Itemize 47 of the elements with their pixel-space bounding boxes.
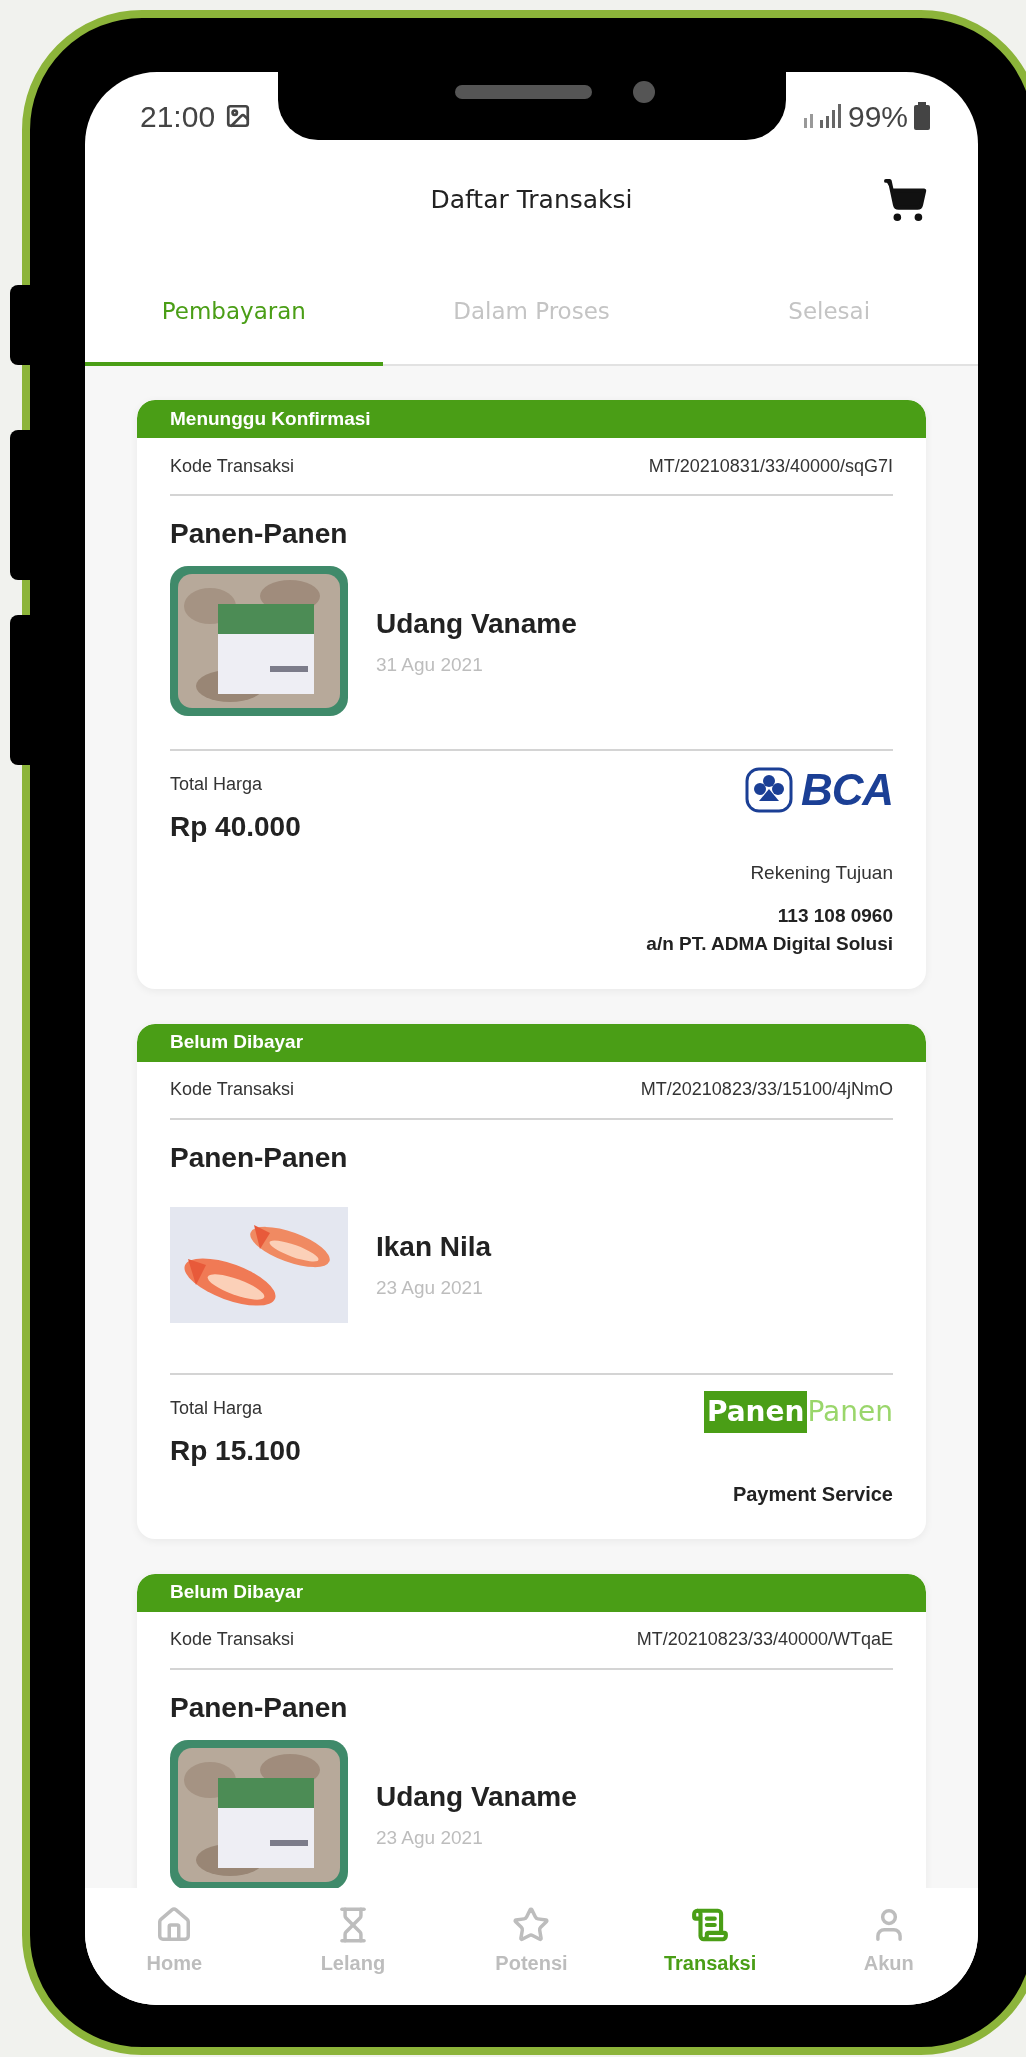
product-name: Ikan Nila bbox=[376, 1230, 492, 1265]
logo-light-text: Panen bbox=[807, 1393, 893, 1430]
transaction-card[interactable]: Belum Dibayar Kode Transaksi MT/20210823/33/15100/4jNmO Panen-Panen Ikan Nila 23 Agu 2021 Total Harga Rp 15.100 Panen Panen Payment Service bbox=[137, 1023, 926, 1539]
star-icon bbox=[512, 1905, 551, 1944]
total-label: Total Harga bbox=[170, 1396, 264, 1420]
status-text: Menunggu Konfirmasi bbox=[170, 406, 371, 431]
battery-percent: 99% bbox=[847, 98, 908, 135]
bank-emblem-icon bbox=[744, 767, 793, 813]
account-caption: Rekening Tujuan bbox=[750, 861, 893, 885]
product-name: Udang Vaname bbox=[376, 606, 577, 641]
status-time: 21:00 bbox=[140, 98, 216, 135]
transaction-code: MT/20210831/33/40000/sqG7I bbox=[648, 454, 893, 478]
total-label: Total Harga bbox=[170, 773, 264, 796]
nav-item[interactable]: Lelang bbox=[263, 1888, 443, 1995]
code-label: Kode Transaksi bbox=[170, 454, 295, 478]
nav-item[interactable]: Akun bbox=[799, 1888, 978, 1995]
product-date: 23 Agu 2021 bbox=[376, 1826, 484, 1851]
store-name: Panen-Panen bbox=[170, 1690, 349, 1725]
status-text: Belum Dibayar bbox=[170, 1030, 304, 1055]
product-date: 31 Agu 2021 bbox=[376, 652, 484, 677]
store-name: Panen-Panen bbox=[170, 1140, 349, 1175]
transaction-card[interactable]: Menunggu Konfirmasi Kode Transaksi MT/20210831/33/40000/sqG7I Panen-Panen Udang Vaname 31 Agu 2021 Total Harga Rp 40.000 BCA Rekening Tujuan 113 108 0960 a/n PT. ADMA Digital Solusi bbox=[137, 400, 926, 989]
transaction-code: MT/20210823/33/40000/WTqaE bbox=[636, 1628, 893, 1651]
transaction-code: MT/20210823/33/15100/4jNmO bbox=[640, 1078, 893, 1101]
logo-strong-text: Panen bbox=[703, 1390, 808, 1433]
code-label: Kode Transaksi bbox=[170, 1628, 295, 1651]
bank-logo-text: BCA bbox=[800, 768, 893, 812]
code-label: Kode Transaksi bbox=[170, 1078, 295, 1101]
product-name: Udang Vaname bbox=[376, 1780, 577, 1815]
transaction-card[interactable]: Belum Dibayar Kode Transaksi MT/20210823/33/40000/WTqaE Panen-Panen Udang Vaname 23 Agu 2021 bbox=[137, 1573, 926, 1888]
page-title: Daftar Transaksi bbox=[430, 184, 633, 217]
store-name: Panen-Panen bbox=[170, 517, 349, 551]
total-price: Rp 40.000 bbox=[170, 810, 301, 844]
battery-icon bbox=[914, 102, 930, 130]
product-date: 23 Agu 2021 bbox=[376, 1276, 484, 1301]
tab[interactable]: Selesai bbox=[680, 260, 978, 366]
image-icon bbox=[225, 103, 252, 129]
payment-caption: Payment Service bbox=[732, 1481, 893, 1507]
account-number: 113 108 0960 bbox=[777, 903, 893, 928]
account-holder: a/n PT. ADMA Digital Solusi bbox=[646, 932, 893, 956]
tab[interactable]: Dalam Proses bbox=[382, 260, 681, 366]
total-price: Rp 15.100 bbox=[170, 1433, 301, 1468]
nav-item[interactable]: Potensi bbox=[442, 1888, 621, 1995]
signal-icon bbox=[801, 104, 842, 128]
status-text: Belum Dibayar bbox=[170, 1580, 304, 1605]
nav-item[interactable]: Transaksi bbox=[620, 1888, 800, 1995]
nav-item[interactable]: Home bbox=[85, 1888, 264, 1995]
